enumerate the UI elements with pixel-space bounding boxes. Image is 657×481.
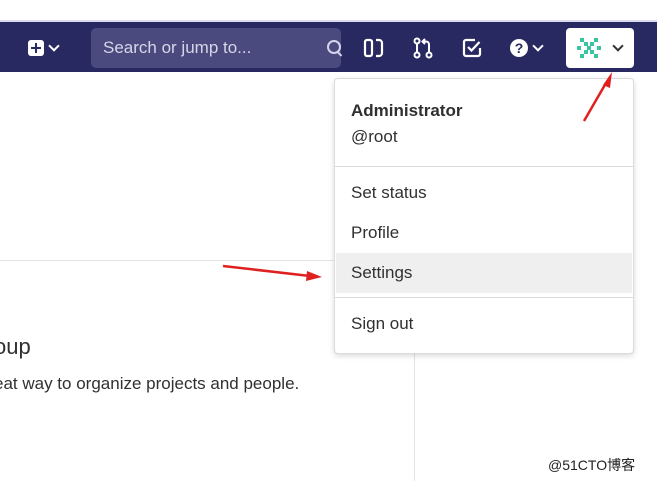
top-strip bbox=[0, 0, 657, 20]
user-name: Administrator bbox=[351, 101, 463, 120]
section-description: eat way to organize projects and people. bbox=[0, 374, 300, 393]
red-arrow-to-settings bbox=[222, 264, 322, 281]
chevron-down-icon bbox=[48, 40, 60, 52]
user-info: Administrator @root bbox=[351, 101, 462, 147]
help-dropdown-button[interactable]: ? bbox=[510, 36, 552, 60]
search-box[interactable] bbox=[91, 28, 341, 68]
merge-request-icon[interactable] bbox=[411, 36, 435, 60]
menu-divider bbox=[335, 297, 633, 298]
help-icon: ? bbox=[510, 39, 528, 57]
new-item-dropdown-button[interactable] bbox=[28, 34, 74, 62]
plus-square-icon bbox=[28, 40, 44, 56]
user-menu-button[interactable] bbox=[566, 28, 634, 68]
user-avatar-icon bbox=[574, 33, 604, 63]
top-navbar: ? bbox=[0, 20, 657, 72]
menu-item-profile[interactable]: Profile bbox=[336, 213, 632, 253]
menu-item-sign-out[interactable]: Sign out bbox=[336, 304, 632, 344]
todo-check-icon[interactable] bbox=[460, 36, 484, 60]
chevron-down-icon bbox=[532, 40, 544, 52]
user-handle: @root bbox=[351, 127, 398, 146]
chevron-down-icon bbox=[612, 40, 624, 52]
search-icon bbox=[326, 39, 341, 57]
section-heading: oup bbox=[0, 334, 31, 359]
issues-icon[interactable] bbox=[362, 36, 386, 60]
search-input[interactable] bbox=[101, 37, 326, 59]
menu-divider bbox=[335, 166, 633, 167]
menu-item-set-status[interactable]: Set status bbox=[336, 173, 632, 213]
menu-item-settings[interactable]: Settings bbox=[336, 253, 632, 293]
watermark: @51CTO博客 bbox=[548, 457, 636, 473]
user-dropdown-menu: Administrator @root Set status Profile S… bbox=[334, 78, 634, 354]
